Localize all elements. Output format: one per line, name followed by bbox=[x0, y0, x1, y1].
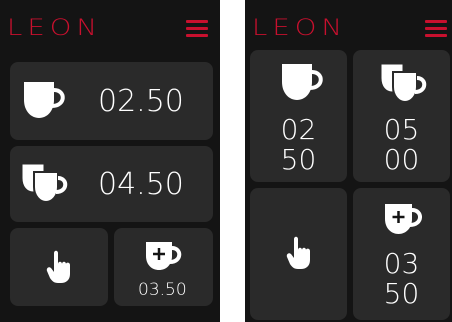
menu-icon[interactable] bbox=[186, 20, 208, 37]
menu-icon[interactable] bbox=[425, 20, 447, 37]
double-cup-icon bbox=[20, 162, 72, 204]
double-cup-tile[interactable]: 05 00 bbox=[353, 50, 450, 182]
price-double-top: 05 bbox=[383, 113, 420, 146]
cup-plus-icon bbox=[144, 240, 184, 272]
price-single-bottom: 50 bbox=[280, 143, 317, 176]
hand-pointer-icon bbox=[286, 236, 312, 270]
cup-plus-tile[interactable]: 03 50 bbox=[353, 188, 450, 320]
double-cup-tile[interactable]: 04.50 bbox=[10, 146, 213, 222]
screen-layout-b: LEON 02 50 05 00 03 50 bbox=[245, 0, 452, 322]
screen-layout-a: LEON 02.50 04.50 03.50 bbox=[0, 0, 220, 322]
hand-pointer-icon bbox=[46, 250, 72, 284]
single-cup-tile[interactable]: 02.50 bbox=[10, 62, 213, 140]
price-single: 02 50 bbox=[250, 116, 347, 174]
cup-plus-tile[interactable]: 03.50 bbox=[114, 228, 213, 306]
price-double-bottom: 00 bbox=[383, 143, 420, 176]
brand-logo: LEON bbox=[7, 16, 102, 41]
price-double: 04.50 bbox=[98, 167, 184, 202]
price-single-top: 02 bbox=[280, 113, 317, 146]
cup-plus-icon bbox=[383, 202, 425, 236]
price-plus-bottom: 50 bbox=[383, 277, 420, 310]
price-plus-top: 03 bbox=[383, 247, 420, 280]
touch-tile[interactable] bbox=[250, 188, 347, 320]
double-cup-icon bbox=[379, 62, 429, 104]
price-plus: 03.50 bbox=[138, 280, 187, 300]
price-single: 02.50 bbox=[98, 84, 184, 119]
single-cup-icon bbox=[280, 62, 326, 102]
price-double: 05 00 bbox=[353, 116, 450, 174]
touch-tile[interactable] bbox=[10, 228, 108, 306]
single-cup-icon bbox=[22, 78, 70, 120]
single-cup-tile[interactable]: 02 50 bbox=[250, 50, 347, 182]
brand-logo: LEON bbox=[252, 16, 347, 41]
price-plus: 03 50 bbox=[353, 250, 450, 308]
